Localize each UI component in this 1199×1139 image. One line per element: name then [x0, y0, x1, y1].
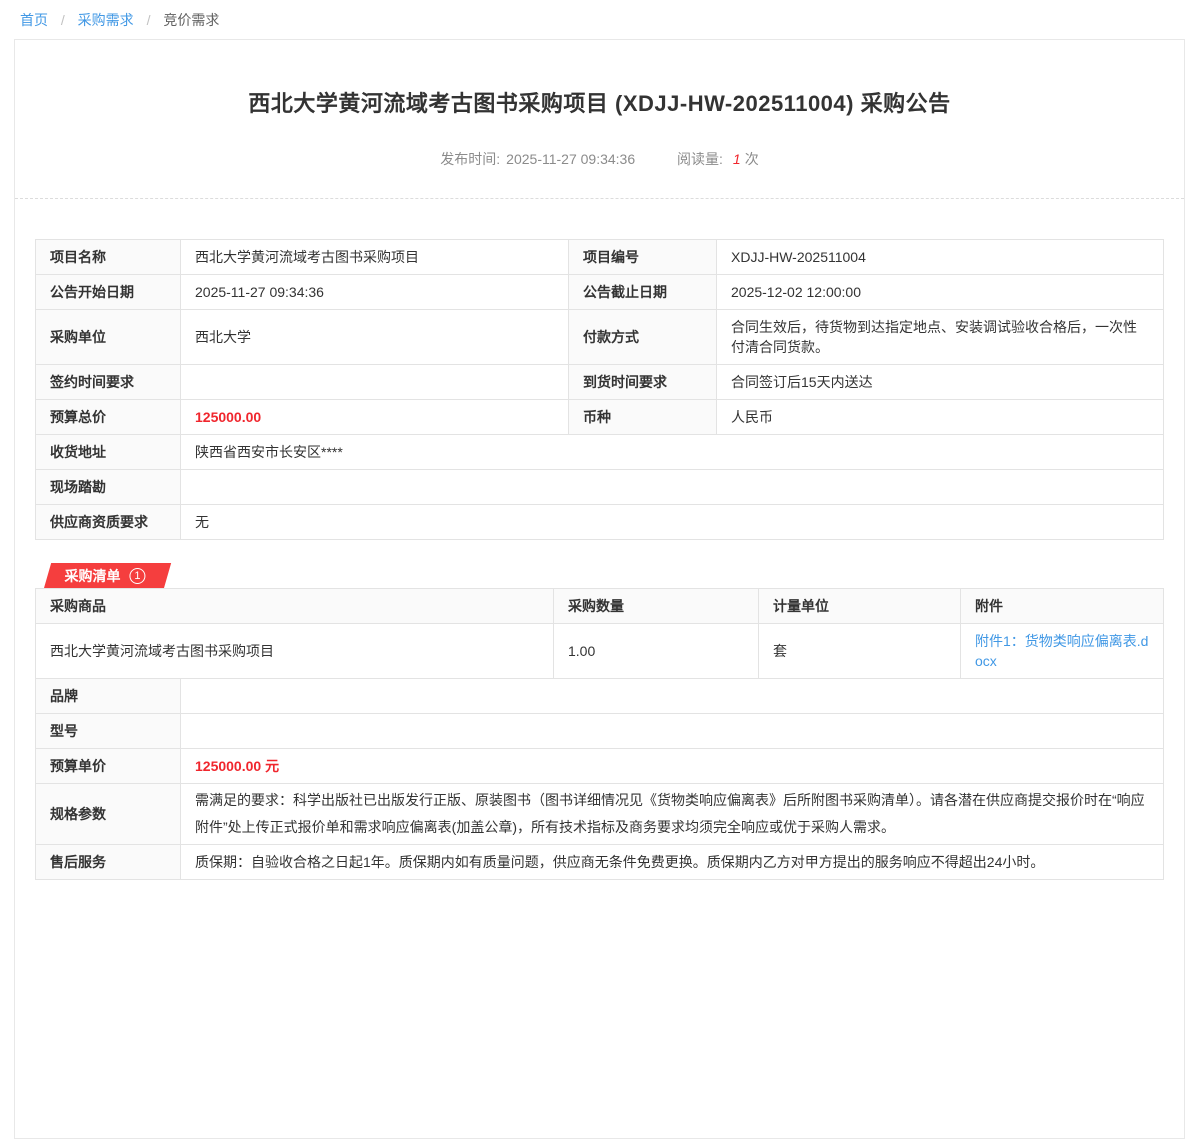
info-value: 西北大学: [181, 310, 569, 365]
info-value: 2025-11-27 09:34:36: [181, 275, 569, 310]
publish-time-label: 发布时间:: [440, 151, 500, 167]
view-count-value: 1: [733, 151, 741, 167]
publish-time: 发布时间: 2025-11-27 09:34:36: [440, 149, 635, 169]
info-label: 公告开始日期: [36, 275, 181, 310]
info-value: 陕西省西安市长安区****: [181, 435, 1164, 470]
table-row: 预算总价 125000.00 币种 人民币: [36, 400, 1164, 435]
table-row: 型号: [36, 714, 1164, 749]
spec-params-value: 需满足的要求：科学出版社已出版发行正版、原装图书（图书详细情况见《货物类响应偏离…: [181, 784, 1164, 845]
table-row: 西北大学黄河流域考古图书采购项目 1.00 套 附件1：货物类响应偏离表.doc…: [36, 624, 1164, 679]
info-label: 现场踏勘: [36, 470, 181, 505]
goods-detail-table: 品牌 型号 预算单价 125000.00 元 规格参数 需满足的要求：科学出版社…: [35, 678, 1164, 880]
column-header-unit: 计量单位: [759, 589, 961, 624]
column-header-quantity: 采购数量: [554, 589, 759, 624]
info-value: [181, 470, 1164, 505]
table-row: 供应商资质要求 无: [36, 505, 1164, 540]
detail-label: 型号: [36, 714, 181, 749]
unit-price-value: 125000.00 元: [181, 749, 1164, 784]
breadcrumb: 首页 / 采购需求 / 竞价需求: [0, 0, 1199, 39]
page-title: 西北大学黄河流域考古图书采购项目 (XDJJ-HW-202511004) 采购公…: [15, 86, 1184, 118]
purchase-list-label: 采购清单: [65, 566, 121, 586]
info-label: 公告截止日期: [569, 275, 717, 310]
goods-unit: 套: [759, 624, 961, 679]
table-row: 现场踏勘: [36, 470, 1164, 505]
project-info-table: 项目名称 西北大学黄河流域考古图书采购项目 项目编号 XDJJ-HW-20251…: [35, 239, 1164, 540]
info-value: 2025-12-02 12:00:00: [717, 275, 1164, 310]
table-row: 预算单价 125000.00 元: [36, 749, 1164, 784]
table-row: 售后服务 质保期：自验收合格之日起1年。质保期内如有质量问题，供应商无条件免费更…: [36, 845, 1164, 880]
info-label: 预算总价: [36, 400, 181, 435]
info-label: 到货时间要求: [569, 365, 717, 400]
detail-label: 规格参数: [36, 784, 181, 845]
info-label: 项目名称: [36, 240, 181, 275]
view-count: 阅读量: 1次: [677, 149, 759, 169]
column-header-attachment: 附件: [961, 589, 1164, 624]
divider: [15, 198, 1184, 199]
info-value: 人民币: [717, 400, 1164, 435]
detail-value: [181, 679, 1164, 714]
goods-name: 西北大学黄河流域考古图书采购项目: [36, 624, 554, 679]
goods-attachment-cell: 附件1：货物类响应偏离表.docx: [961, 624, 1164, 679]
info-value: 无: [181, 505, 1164, 540]
info-label: 采购单位: [36, 310, 181, 365]
detail-label: 售后服务: [36, 845, 181, 880]
info-value: [181, 365, 569, 400]
view-count-unit: 次: [745, 151, 759, 167]
breadcrumb-home-link[interactable]: 首页: [20, 12, 48, 28]
purchase-list-ribbon: 采购清单 1: [44, 563, 171, 588]
info-label: 币种: [569, 400, 717, 435]
table-row: 采购单位 西北大学 付款方式 合同生效后，待货物到达指定地点、安装调试验收合格后…: [36, 310, 1164, 365]
table-row: 品牌: [36, 679, 1164, 714]
table-row: 收货地址 陕西省西安市长安区****: [36, 435, 1164, 470]
publish-meta: 发布时间: 2025-11-27 09:34:36 阅读量: 1次: [15, 149, 1184, 169]
purchase-list-ribbon-row: 采购清单 1: [35, 563, 1164, 588]
detail-label: 预算单价: [36, 749, 181, 784]
info-label: 供应商资质要求: [36, 505, 181, 540]
attachment-link[interactable]: 附件1：货物类响应偏离表.docx: [975, 633, 1148, 669]
table-row: 项目名称 西北大学黄河流域考古图书采购项目 项目编号 XDJJ-HW-20251…: [36, 240, 1164, 275]
table-row: 签约时间要求 到货时间要求 合同签订后15天内送达: [36, 365, 1164, 400]
breadcrumb-separator: /: [61, 12, 65, 28]
breadcrumb-separator: /: [147, 12, 151, 28]
after-sales-value: 质保期：自验收合格之日起1年。质保期内如有质量问题，供应商无条件免费更换。质保期…: [181, 845, 1164, 880]
table-row: 规格参数 需满足的要求：科学出版社已出版发行正版、原装图书（图书详细情况见《货物…: [36, 784, 1164, 845]
info-value: 西北大学黄河流域考古图书采购项目: [181, 240, 569, 275]
view-count-label: 阅读量:: [677, 151, 723, 167]
info-label: 收货地址: [36, 435, 181, 470]
table-header-row: 采购商品 采购数量 计量单位 附件: [36, 589, 1164, 624]
info-label: 签约时间要求: [36, 365, 181, 400]
info-label: 项目编号: [569, 240, 717, 275]
publish-time-value: 2025-11-27 09:34:36: [506, 151, 635, 167]
info-value: XDJJ-HW-202511004: [717, 240, 1164, 275]
table-row: 公告开始日期 2025-11-27 09:34:36 公告截止日期 2025-1…: [36, 275, 1164, 310]
announcement-body: 项目名称 西北大学黄河流域考古图书采购项目 项目编号 XDJJ-HW-20251…: [15, 239, 1184, 880]
purchase-goods-table: 采购商品 采购数量 计量单位 附件 西北大学黄河流域考古图书采购项目 1.00 …: [35, 588, 1164, 679]
detail-value: [181, 714, 1164, 749]
announcement-card: 西北大学黄河流域考古图书采购项目 (XDJJ-HW-202511004) 采购公…: [14, 39, 1185, 1139]
info-value: 合同签订后15天内送达: [717, 365, 1164, 400]
purchase-list-count-badge: 1: [130, 568, 146, 584]
info-label: 付款方式: [569, 310, 717, 365]
budget-total-value: 125000.00: [181, 400, 569, 435]
goods-quantity: 1.00: [554, 624, 759, 679]
breadcrumb-current: 竞价需求: [163, 12, 219, 28]
info-value: 合同生效后，待货物到达指定地点、安装调试验收合格后，一次性付清合同货款。: [717, 310, 1164, 365]
detail-label: 品牌: [36, 679, 181, 714]
breadcrumb-procurement-link[interactable]: 采购需求: [78, 12, 134, 28]
column-header-goods: 采购商品: [36, 589, 554, 624]
